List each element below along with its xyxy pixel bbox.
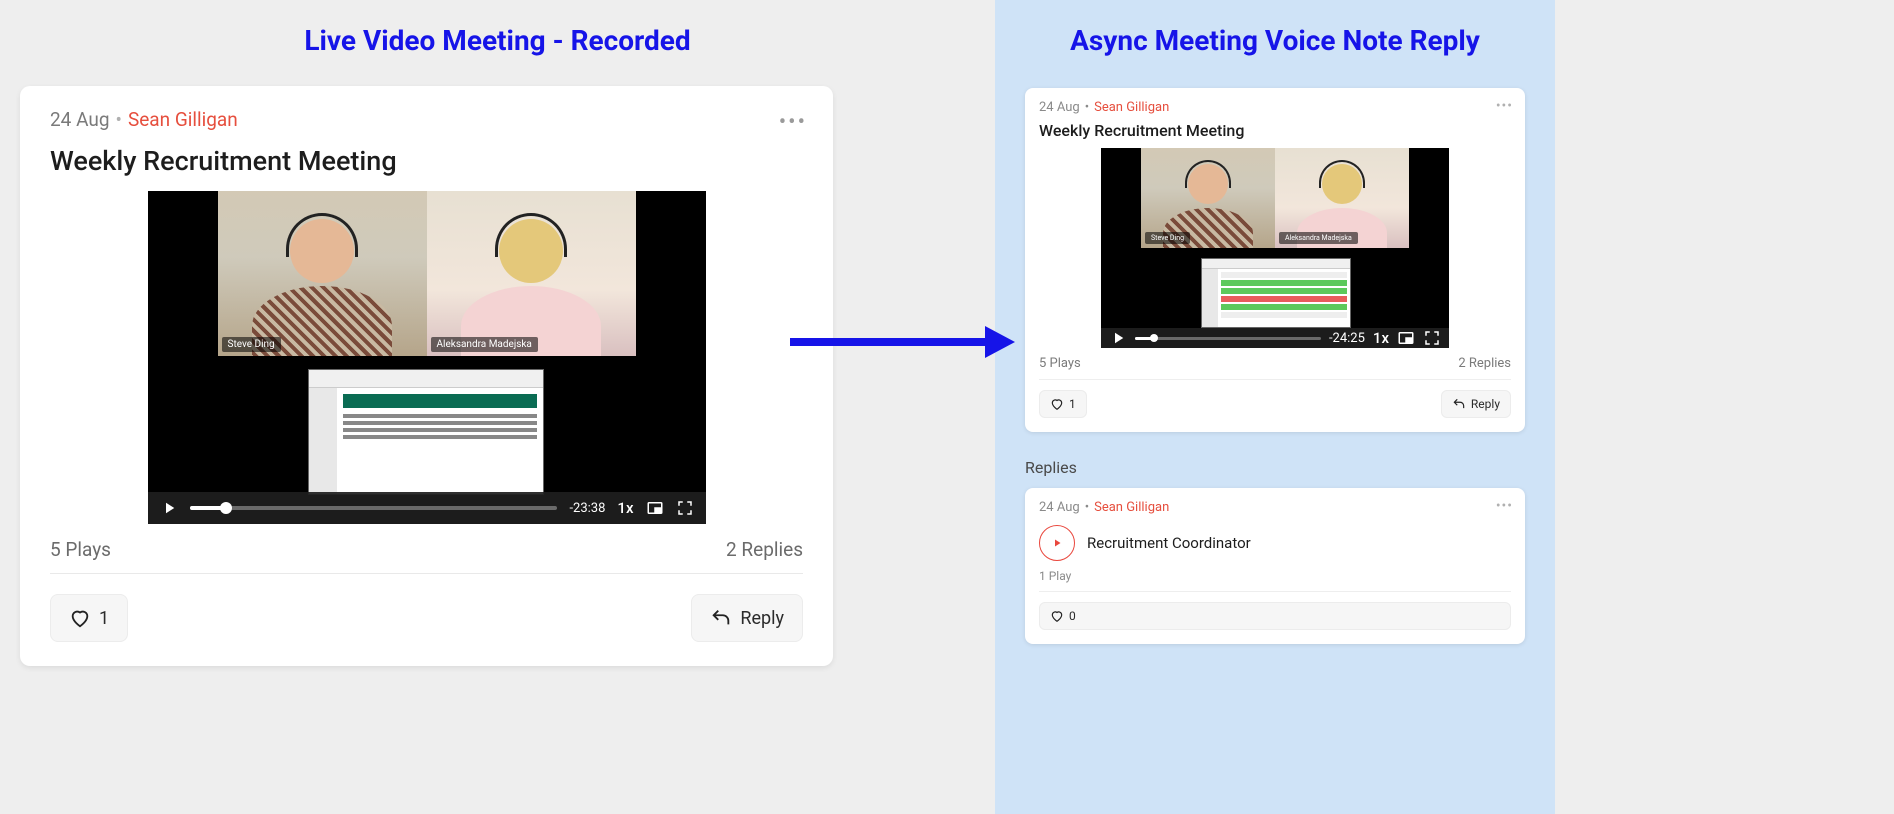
post-author[interactable]: Sean Gilligan	[128, 108, 238, 131]
like-button[interactable]: 1	[50, 594, 128, 642]
audio-title: Recruitment Coordinator	[1087, 534, 1251, 552]
participant-tile: Aleksandra Madejska	[1275, 148, 1409, 248]
participant-name: Aleksandra Madejska	[431, 337, 538, 352]
heart-icon	[69, 607, 91, 629]
time-remaining: -23:38	[569, 501, 605, 516]
reply-arrow-icon	[710, 607, 732, 629]
reply-label: Reply	[1471, 397, 1500, 411]
dot-icon: •	[1085, 100, 1089, 115]
video-player[interactable]: Steve Ding Aleksandra Madejska	[148, 191, 706, 524]
audio-play-button[interactable]	[1039, 525, 1075, 561]
replies-section-label: Replies	[1025, 458, 1077, 477]
arrow-icon	[790, 322, 1015, 362]
post-meta: 24 Aug • Sean Gilligan	[50, 108, 803, 131]
shared-screen	[1201, 258, 1351, 328]
post-title: Weekly Recruitment Meeting	[50, 145, 803, 177]
more-options-icon[interactable]: •••	[1496, 498, 1513, 514]
like-count: 1	[1069, 397, 1076, 411]
participant-tiles: Steve Ding Aleksandra Madejska	[218, 191, 636, 356]
post-title: Weekly Recruitment Meeting	[1039, 121, 1511, 140]
like-count: 0	[1069, 609, 1076, 623]
post-date: 24 Aug	[50, 108, 110, 131]
video-player[interactable]: Steve Ding Aleksandra Madejska	[1101, 148, 1449, 348]
reply-label: Reply	[740, 608, 784, 629]
more-options-icon[interactable]: •••	[1496, 98, 1513, 114]
play-icon[interactable]	[1109, 329, 1127, 347]
fullscreen-icon[interactable]	[1423, 329, 1441, 347]
audio-row: Recruitment Coordinator	[1039, 525, 1511, 561]
pip-icon[interactable]	[646, 499, 664, 517]
progress-bar[interactable]	[190, 506, 558, 510]
left-panel: Live Video Meeting - Recorded 24 Aug • S…	[0, 0, 995, 814]
progress-bar[interactable]	[1135, 337, 1321, 340]
shared-screen	[308, 369, 544, 495]
play-icon[interactable]	[160, 499, 178, 517]
fullscreen-icon[interactable]	[676, 499, 694, 517]
like-button[interactable]: 0	[1039, 602, 1511, 630]
right-panel: Async Meeting Voice Note Reply 24 Aug • …	[995, 0, 1555, 814]
post-meta: 24 Aug • Sean Gilligan	[1039, 500, 1511, 515]
participant-name: Steve Ding	[222, 337, 281, 352]
replies-count[interactable]: 2 Replies	[726, 538, 803, 561]
video-controls: -23:38 1x	[148, 492, 706, 524]
dot-icon: •	[116, 108, 122, 131]
avatar-head	[290, 219, 354, 283]
plays-count: 5 Plays	[1039, 356, 1081, 371]
stats-row: 5 Plays 2 Replies	[50, 538, 803, 574]
plays-count: 1 Play	[1039, 569, 1511, 592]
post-date: 24 Aug	[1039, 500, 1080, 515]
plays-count: 5 Plays	[50, 538, 111, 561]
participant-tiles: Steve Ding Aleksandra Madejska	[1141, 148, 1409, 248]
post-author[interactable]: Sean Gilligan	[1094, 100, 1169, 115]
participant-tile: Steve Ding	[218, 191, 427, 356]
reply-button[interactable]: Reply	[1441, 390, 1511, 418]
avatar-head	[1322, 164, 1362, 204]
participant-tile: Aleksandra Madejska	[427, 191, 636, 356]
recorded-meeting-card: 24 Aug • Sean Gilligan ••• Weekly Recrui…	[20, 86, 833, 666]
post-meta: 24 Aug • Sean Gilligan	[1039, 100, 1511, 115]
like-count: 1	[99, 608, 109, 629]
action-row: 1 Reply	[1039, 390, 1511, 418]
like-button[interactable]: 1	[1039, 390, 1087, 418]
heading-left: Live Video Meeting - Recorded	[0, 24, 995, 57]
stats-row: 5 Plays 2 Replies	[1039, 356, 1511, 380]
time-remaining: -24:25	[1329, 331, 1365, 346]
dot-icon: •	[1085, 500, 1089, 515]
replies-count[interactable]: 2 Replies	[1458, 356, 1511, 371]
reply-arrow-icon	[1452, 397, 1466, 411]
avatar-head	[499, 219, 563, 283]
async-meeting-card: 24 Aug • Sean Gilligan ••• Weekly Recrui…	[1025, 88, 1525, 432]
heart-icon	[1050, 397, 1064, 411]
voice-note-reply-card: 24 Aug • Sean Gilligan ••• Recruitment C…	[1025, 488, 1525, 644]
heart-icon	[1050, 609, 1064, 623]
video-controls: -24:25 1x	[1101, 328, 1449, 348]
pip-icon[interactable]	[1397, 329, 1415, 347]
heading-right: Async Meeting Voice Note Reply	[995, 24, 1555, 57]
playback-speed[interactable]: 1x	[1373, 329, 1389, 347]
post-author[interactable]: Sean Gilligan	[1094, 500, 1169, 515]
playback-speed[interactable]: 1x	[617, 499, 633, 517]
avatar-head	[1188, 164, 1228, 204]
post-date: 24 Aug	[1039, 100, 1080, 115]
participant-name: Aleksandra Madejska	[1279, 232, 1358, 244]
play-icon	[1051, 537, 1063, 549]
action-row: 1 Reply	[50, 594, 803, 642]
reply-button[interactable]: Reply	[691, 594, 803, 642]
more-options-icon[interactable]: •••	[779, 110, 807, 135]
participant-tile: Steve Ding	[1141, 148, 1275, 248]
action-row: 0	[1039, 602, 1511, 630]
participant-name: Steve Ding	[1145, 232, 1190, 244]
